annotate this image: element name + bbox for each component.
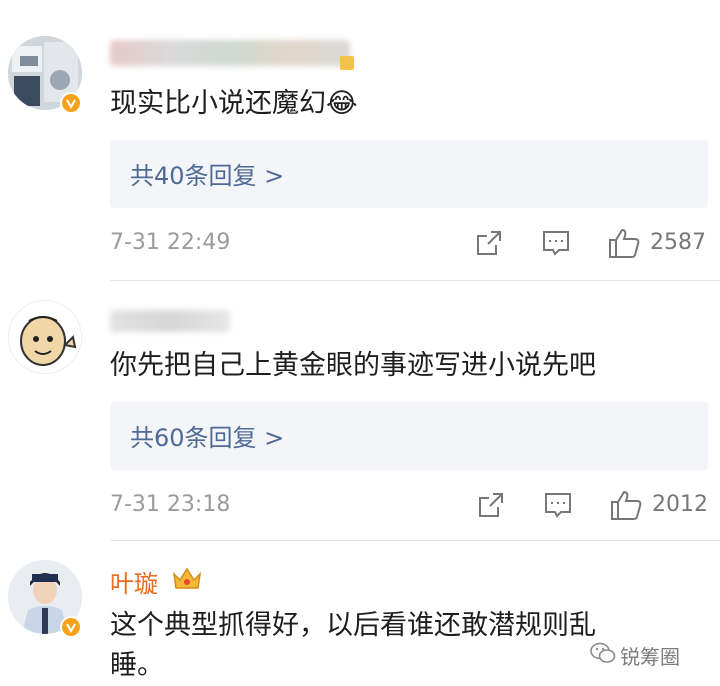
user-level-badge [340, 56, 354, 70]
comment-text-line2: 睡。 [110, 650, 164, 681]
watermark: 锐筹圈 [620, 645, 680, 669]
username-blurred[interactable] [110, 40, 350, 66]
replies-label: 共60条回复 > [130, 424, 285, 452]
username-blurred[interactable] [110, 310, 230, 332]
wechat-icon [590, 642, 616, 663]
like-count: 2587 [650, 230, 706, 255]
like-icon[interactable] [607, 226, 641, 260]
comment-time: 7-31 22:49 [110, 230, 231, 255]
like-count: 2012 [652, 492, 708, 517]
share-icon[interactable] [476, 490, 506, 520]
avatar[interactable] [8, 300, 82, 374]
comment-item: 你先把自己上黄金眼的事迹写进小说先吧 共60条回复 > 7-31 23:18 2… [0, 290, 720, 540]
comment-text-line1: 这个典型抓得好，以后看谁还敢潜规则乱 [110, 610, 596, 641]
replies-link[interactable]: 共40条回复 > [110, 140, 708, 208]
comment-item: 现实比小说还魔幻😂 共40条回复 > 7-31 22:49 2587 [0, 0, 720, 290]
comment-text: 现实比小说还魔幻😂 [110, 88, 358, 119]
username[interactable]: 叶璇 [110, 564, 158, 599]
divider [110, 280, 720, 281]
comment-text: 你先把自己上黄金眼的事迹写进小说先吧 [110, 350, 596, 381]
share-icon[interactable] [474, 228, 504, 258]
replies-link[interactable]: 共60条回复 > [110, 402, 708, 470]
like-icon[interactable] [609, 488, 643, 522]
verified-badge-icon [60, 616, 82, 638]
replies-label: 共40条回复 > [130, 162, 285, 190]
crown-icon [172, 567, 202, 589]
comment-icon[interactable] [543, 490, 573, 520]
verified-badge-icon [60, 92, 82, 114]
comment-time: 7-31 23:18 [110, 492, 231, 517]
comment-icon[interactable] [541, 228, 571, 258]
